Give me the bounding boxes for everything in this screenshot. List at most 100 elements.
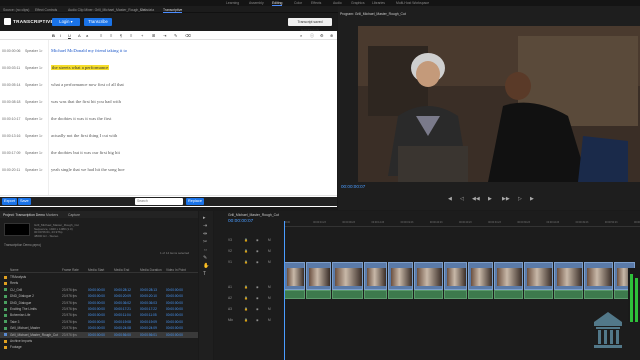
eye-icon[interactable]: ◉ <box>256 307 259 311</box>
transcribe-button[interactable]: Transcribe <box>84 18 112 26</box>
rewind-icon[interactable]: ◀◀ <box>472 196 480 202</box>
selection-tool-icon[interactable]: ▸ <box>203 215 206 221</box>
mute-icon[interactable]: M <box>268 296 271 300</box>
mute-icon[interactable]: M <box>268 307 271 311</box>
row-timecode[interactable]: 00:00:00:06 <box>2 49 21 53</box>
transcript-row[interactable]: 00:00:08:18 Speaker 1 ▾ was was that the fi… <box>0 93 337 110</box>
indent-icon[interactable]: ⇥ <box>163 33 166 38</box>
col-media-start[interactable]: Media Start <box>88 268 104 272</box>
project-item[interactable]: Grill_Michael_Master_Rough_Cut 23.976 fps… <box>0 331 198 338</box>
replace-button[interactable]: Replace <box>186 198 204 205</box>
speaker-label[interactable]: Speaker 1 <box>25 49 41 53</box>
col-video-in[interactable]: Video In Point <box>166 268 186 272</box>
font-size-icon[interactable]: a <box>86 33 88 38</box>
edit-icon[interactable]: ✎ <box>174 33 177 38</box>
tab-audio-mixer[interactable]: Audio Clip Mixer: Grill_Michael_Master_R… <box>68 8 145 12</box>
speaker-label[interactable]: Speaker 1 <box>25 168 41 172</box>
step-back-icon[interactable]: ◁ <box>460 196 464 202</box>
table-icon[interactable]: ⊞ <box>152 33 155 38</box>
col-frame-rate[interactable]: Frame Rate <box>62 268 79 272</box>
project-item[interactable]: DND_Dialogue 2 23.976 fps 00:00:00:00 00:00… <box>0 293 198 299</box>
video-clip[interactable] <box>584 262 613 290</box>
transcript-text[interactable]: was was that the first hit you had with <box>51 99 121 104</box>
chevron-down-icon[interactable]: ▾ <box>41 83 43 87</box>
track-header[interactable]: V1 🔒 ◉ M <box>214 259 284 267</box>
text-color-icon[interactable]: A <box>78 33 81 38</box>
project-item[interactable]: Reels <box>0 280 198 286</box>
row-timecode[interactable]: 00:00:20:11 <box>2 168 20 172</box>
lock-icon[interactable]: 🔒 <box>244 307 248 311</box>
row-timecode[interactable]: 00:00:08:18 <box>2 100 21 104</box>
razor-icon[interactable]: ✂ <box>203 239 207 245</box>
search-input[interactable]: Search <box>135 198 183 205</box>
eye-icon[interactable]: ◉ <box>256 249 259 253</box>
underline-icon[interactable]: U <box>68 33 71 38</box>
workspace-graphics[interactable]: Graphics <box>351 1 365 5</box>
audio-clip[interactable] <box>554 290 583 299</box>
hand-tool-icon[interactable]: ✋ <box>203 263 209 269</box>
transcript-row[interactable]: 00:00:00:06 Speaker 1 ▾ Michael McDonald my… <box>0 42 337 59</box>
audio-clip[interactable] <box>414 290 443 299</box>
list-icon[interactable]: ≡ <box>130 33 132 38</box>
video-clip[interactable] <box>306 262 331 290</box>
mute-icon[interactable]: M <box>268 260 271 264</box>
project-item[interactable]: Exciting The Limits 23.976 fps 00:00:00:00… <box>0 306 198 312</box>
transcript-row[interactable]: 00:00:13:16 Speaker 1 ▾ actually not the fi… <box>0 127 337 144</box>
align-center-icon[interactable]: ≡ <box>110 33 112 38</box>
track-header[interactable]: V3 🔒 ◉ M <box>214 237 284 245</box>
ripple-edit-icon[interactable]: ⇹ <box>203 231 207 237</box>
audio-clip[interactable] <box>364 290 387 299</box>
chevron-down-icon[interactable]: ▾ <box>41 151 43 155</box>
track-header[interactable]: V2 🔒 ◉ M <box>214 248 284 256</box>
tab-capture[interactable]: Capture <box>68 213 80 217</box>
row-timecode[interactable]: 00:00:17:09 <box>2 151 21 155</box>
chevron-down-icon[interactable]: ▾ <box>41 134 43 138</box>
lock-icon[interactable]: 🔒 <box>244 285 248 289</box>
transcript-text[interactable]: Michael McDonald my friend taking it to <box>51 48 127 53</box>
audio-clip[interactable] <box>524 290 553 299</box>
align-left-icon[interactable]: ≡ <box>100 33 102 38</box>
workspace-learning[interactable]: Learning <box>226 1 239 5</box>
speaker-label[interactable]: Speaker 1 <box>25 100 41 104</box>
add-icon[interactable]: + <box>141 33 143 38</box>
tab-transcriptive[interactable]: Transcriptive <box>163 8 183 13</box>
login-button[interactable]: Login ▾ <box>52 18 80 26</box>
italic-icon[interactable]: I <box>60 33 61 38</box>
track-header[interactable]: Mix 🔒 ◉ M <box>214 317 284 325</box>
add-circle-icon[interactable]: ⊕ <box>330 33 333 38</box>
mark-out-icon[interactable]: ▶ <box>530 196 534 202</box>
col-media-duration[interactable]: Media Duration <box>140 268 162 272</box>
transcript-row[interactable]: 00:00:17:09 Speaker 1 ▾ the doobies but it … <box>0 144 337 161</box>
workspace-audio[interactable]: Audio <box>333 1 342 5</box>
chevron-down-icon[interactable]: ▾ <box>41 66 43 70</box>
workspace-libraries[interactable]: Libraries <box>372 1 385 5</box>
transcript-text[interactable]: yeah single that we had hit the song hoe <box>51 167 124 172</box>
video-clip[interactable] <box>364 262 387 290</box>
transcript-row[interactable]: 00:00:20:11 Speaker 1 ▾ yeah single that we… <box>0 161 337 178</box>
lock-icon[interactable]: 🔒 <box>244 238 248 242</box>
transcript-row[interactable]: 00:00:05:14 Speaker 1 ▾ what a performance … <box>0 76 337 93</box>
project-item[interactable]: CU_Grill 23.976 fps 00:00:00:00 00:00:28:12… <box>0 287 198 293</box>
tab-project[interactable]: Project: Transcription Demo <box>3 213 45 217</box>
col-media-end[interactable]: Media End <box>114 268 129 272</box>
project-item[interactable]: Archive Imports <box>0 338 198 344</box>
video-clip[interactable] <box>444 262 467 290</box>
project-item[interactable]: DND_Dialogue 23.976 fps 00:00:00:00 00:00:3… <box>0 300 198 306</box>
workspace-color[interactable]: Color <box>294 1 302 5</box>
project-item[interactable]: Take 3 23.976 fps 00:00:00:00 00:00:19:08 00… <box>0 319 198 325</box>
chevron-down-icon[interactable]: ▾ <box>41 168 43 172</box>
audio-clip[interactable] <box>284 290 305 299</box>
video-clip[interactable] <box>284 262 305 290</box>
speaker-label[interactable]: Speaker 1 <box>25 66 41 70</box>
video-clip[interactable] <box>524 262 553 290</box>
project-item[interactable]: Grill_Michael_Master 23.976 fps 00:00:00:0… <box>0 325 198 331</box>
speaker-label[interactable]: Speaker 1 <box>25 151 41 155</box>
lock-icon[interactable]: 🔒 <box>244 296 248 300</box>
mute-icon[interactable]: M <box>268 249 271 253</box>
timeline-tracks[interactable] <box>284 211 640 360</box>
audio-clip[interactable] <box>388 290 413 299</box>
tab-markers[interactable]: Markers <box>46 213 58 217</box>
track-select-icon[interactable]: ⇥ <box>203 223 207 229</box>
workspace-multihost[interactable]: Multi-Host Workspace <box>396 1 429 5</box>
playhead[interactable] <box>284 221 285 360</box>
